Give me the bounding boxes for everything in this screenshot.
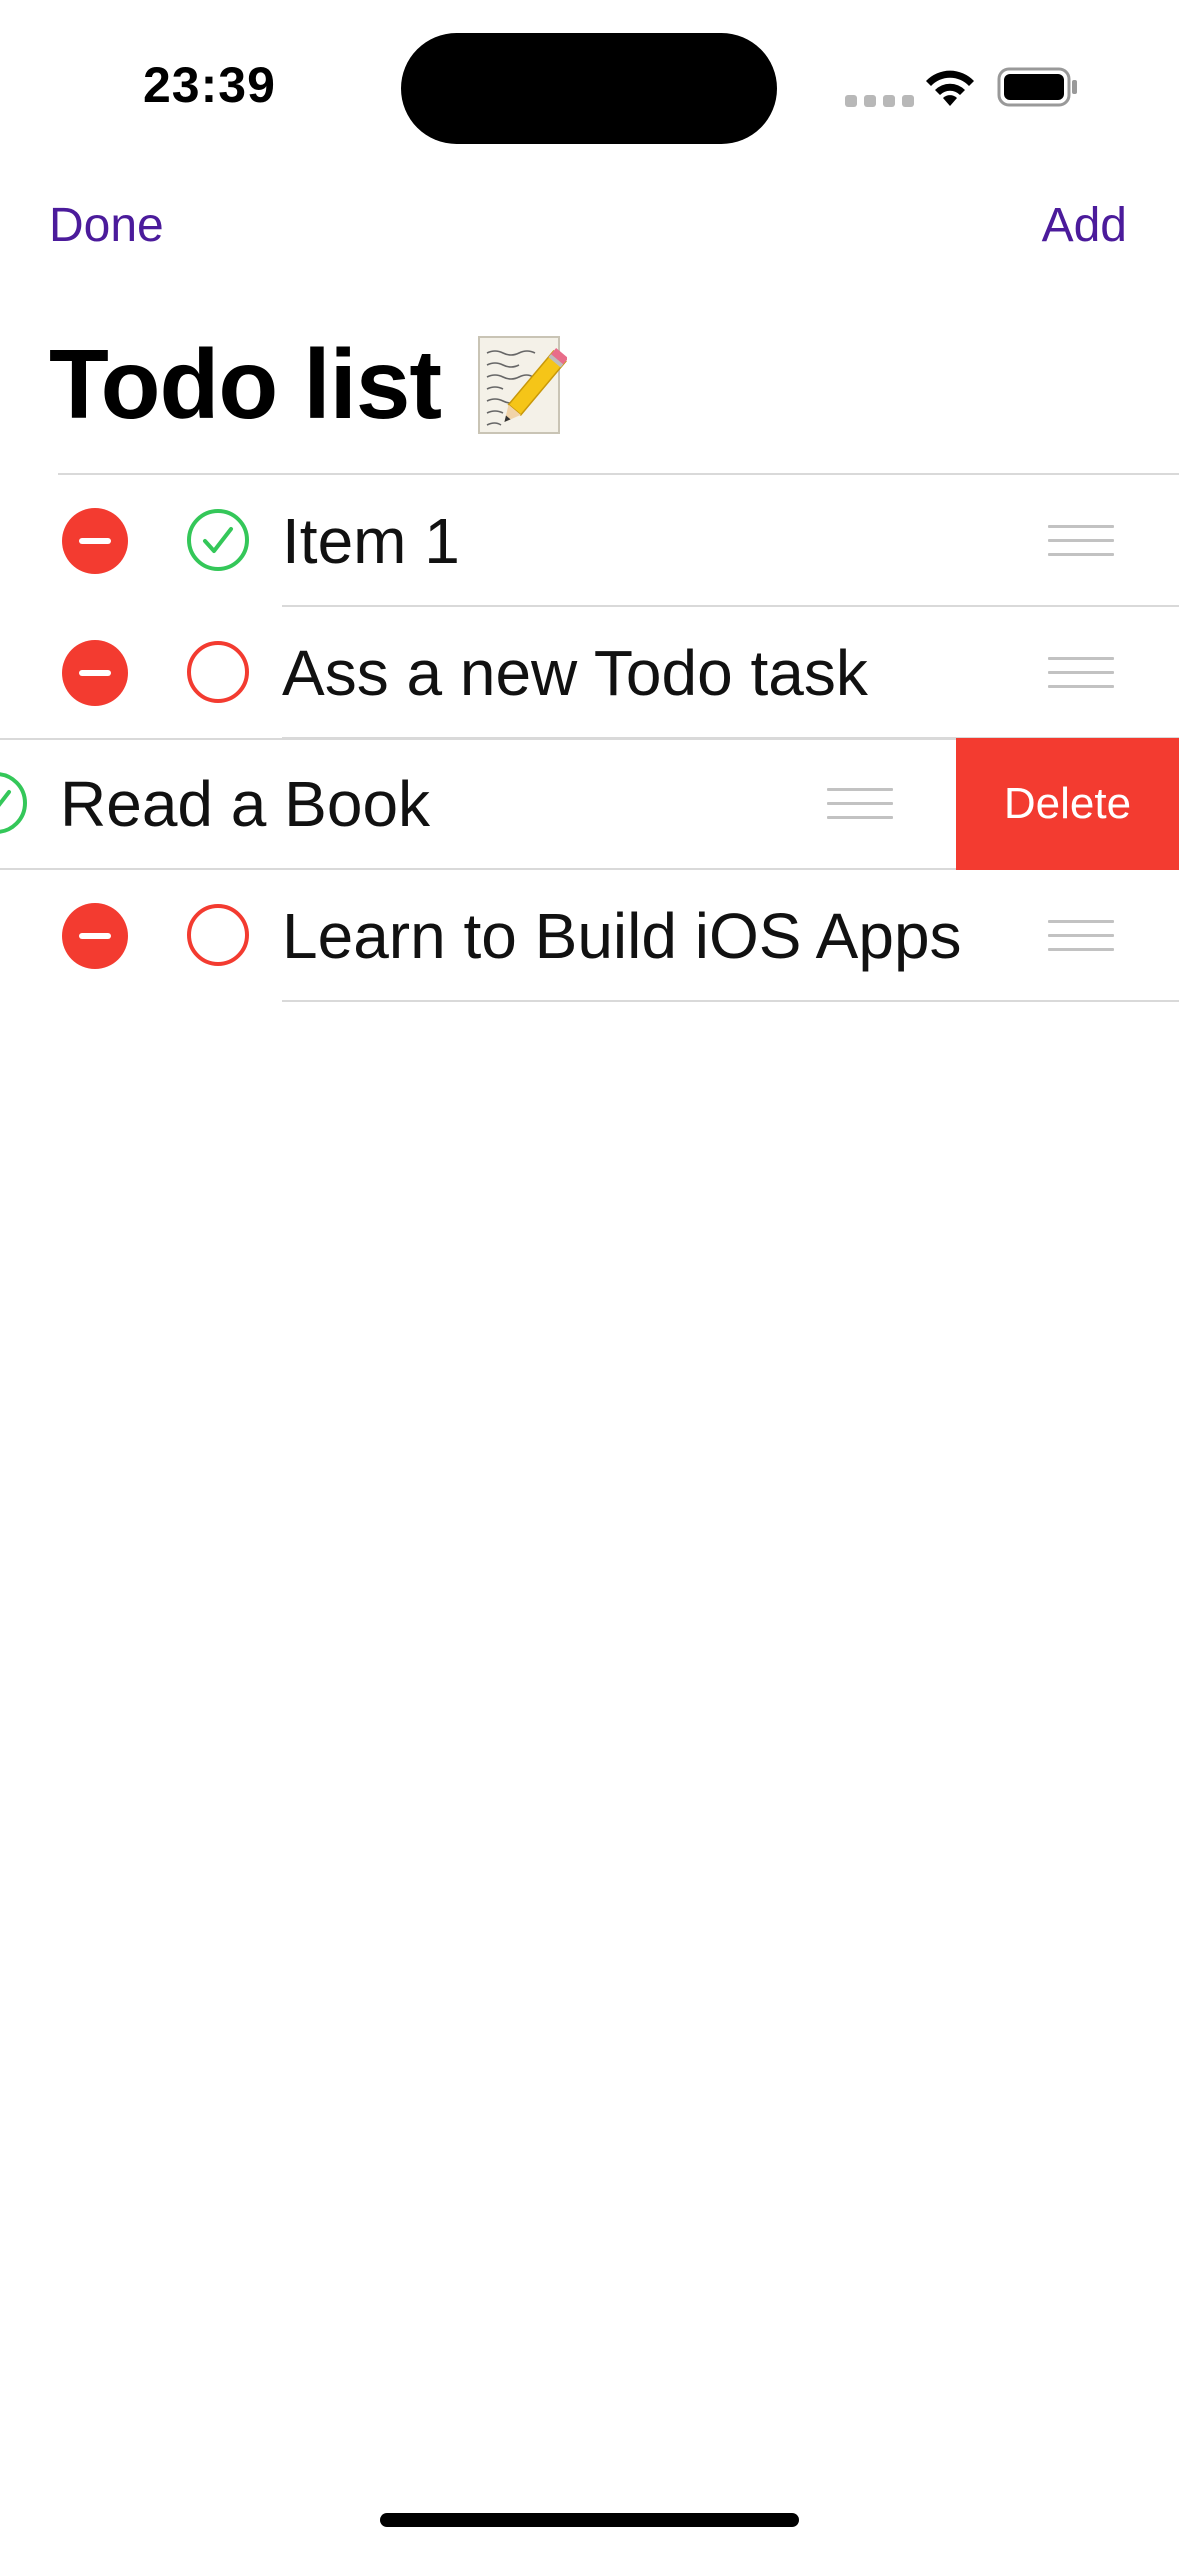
list-item-label: Read a Book [60,768,431,840]
battery-icon [997,67,1077,107]
list-item-label: Item 1 [282,505,460,577]
drag-handle-icon[interactable] [1048,657,1114,689]
drag-handle-icon[interactable] [1048,920,1114,952]
empty-circle-icon[interactable] [186,903,250,967]
add-button[interactable]: Add [1042,198,1127,253]
delete-circle-icon[interactable] [62,640,128,706]
delete-circle-icon[interactable] [62,903,128,969]
drag-handle-icon[interactable] [1048,525,1114,557]
checkmark-circle-icon[interactable] [0,771,28,835]
row-separator [282,1000,1179,1002]
page-title-text: Todo list [49,329,442,439]
status-time: 23:39 [143,57,276,113]
swipe-delete-button[interactable]: Delete [956,738,1179,870]
list-item-label: Learn to Build iOS Apps [282,900,962,972]
memo-pencil-icon [478,335,567,434]
dynamic-island [401,33,777,144]
list-item-label: Ass a new Todo task [282,637,868,709]
drag-handle-icon[interactable] [827,788,893,820]
empty-circle-icon[interactable] [186,640,250,704]
wifi-icon [926,70,974,106]
delete-circle-icon[interactable] [62,508,128,574]
list-item[interactable]: Learn to Build iOS Apps [0,870,1179,1002]
list-item[interactable]: Ass a new Todo task [0,607,1179,739]
list-item[interactable]: Read a Book Delete [0,738,1179,870]
checkmark-circle-icon[interactable] [186,508,250,572]
signal-dots-icon [845,95,914,107]
list-item[interactable]: Item 1 [0,475,1179,607]
page-title: Todo list [49,328,567,441]
home-indicator[interactable] [380,2513,799,2527]
done-button[interactable]: Done [49,198,164,253]
